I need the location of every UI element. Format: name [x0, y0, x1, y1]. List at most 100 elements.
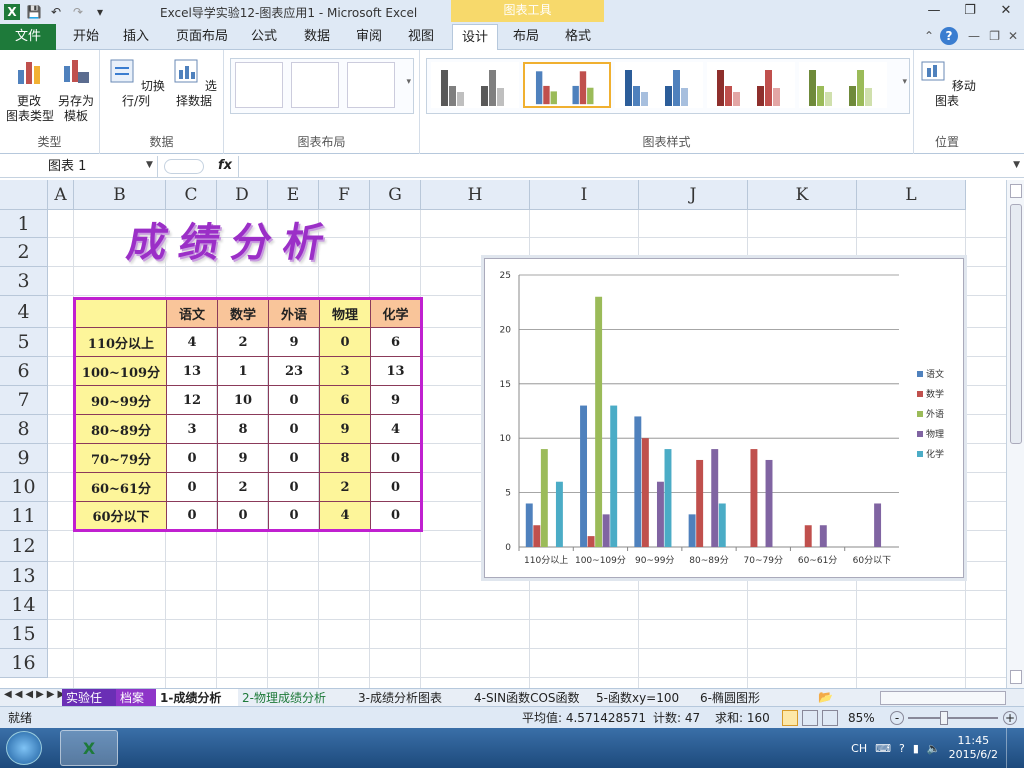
zoom-level[interactable]: 85%	[848, 707, 875, 729]
wb-restore-icon[interactable]: ❐	[989, 29, 1000, 43]
restore-icon[interactable]: ❐	[958, 2, 982, 20]
tab-file[interactable]: 文件	[0, 24, 56, 50]
close-icon[interactable]: ✕	[994, 2, 1018, 20]
row-header-1[interactable]: 1	[0, 210, 48, 238]
table-cell[interactable]: 0	[268, 414, 320, 444]
column-header-e[interactable]: E	[268, 180, 319, 210]
sheet-tab[interactable]: 4-SIN函数COS函数	[470, 689, 592, 707]
table-cell[interactable]: 0	[268, 501, 320, 531]
layout-option-1[interactable]	[235, 62, 283, 108]
table-cell[interactable]: 4	[166, 327, 218, 357]
row-label-cell[interactable]: 80~89分	[74, 414, 167, 444]
table-cell[interactable]: 12	[166, 385, 218, 415]
table-cell[interactable]: 10	[217, 385, 269, 415]
column-header-l[interactable]: L	[857, 180, 966, 210]
table-header-cell[interactable]: 语文	[166, 298, 218, 328]
column-header-g[interactable]: G	[370, 180, 421, 210]
table-header-cell[interactable]	[74, 298, 167, 328]
column-header-c[interactable]: C	[166, 180, 217, 210]
style-option-multicolor[interactable]	[523, 62, 611, 108]
save-template-button[interactable]: 另存为 模板	[54, 56, 98, 124]
table-cell[interactable]: 9	[217, 443, 269, 473]
table-cell[interactable]: 6	[370, 327, 422, 357]
expand-formula-icon[interactable]: ▼	[1013, 160, 1020, 170]
wb-close-icon[interactable]: ✕	[1008, 29, 1018, 43]
minimize-icon[interactable]: —	[922, 2, 946, 20]
formula-input[interactable]	[238, 156, 1006, 178]
table-cell[interactable]: 2	[217, 327, 269, 357]
formula-resize-handle[interactable]	[164, 159, 204, 174]
keyboard-icon[interactable]: ⌨	[875, 742, 891, 755]
tab-page-layout[interactable]: 页面布局	[172, 24, 232, 50]
table-cell[interactable]: 0	[166, 501, 218, 531]
row-header-5[interactable]: 5	[0, 328, 48, 357]
table-cell[interactable]: 2	[319, 472, 371, 502]
column-header-k[interactable]: K	[748, 180, 857, 210]
style-gallery-more-icon[interactable]: ▾	[902, 77, 907, 87]
row-label-cell[interactable]: 100~109分	[74, 356, 167, 386]
table-cell[interactable]: 13	[370, 356, 422, 386]
row-header-16[interactable]: 16	[0, 649, 48, 678]
row-label-cell[interactable]: 60~61分	[74, 472, 167, 502]
tab-home[interactable]: 开始	[66, 24, 106, 50]
column-header-f[interactable]: F	[319, 180, 370, 210]
row-header-8[interactable]: 8	[0, 415, 48, 444]
row-label-cell[interactable]: 70~79分	[74, 443, 167, 473]
column-header-a[interactable]: A	[48, 180, 74, 210]
table-cell[interactable]: 8	[217, 414, 269, 444]
table-cell[interactable]: 0	[166, 472, 218, 502]
table-header-cell[interactable]: 化学	[370, 298, 422, 328]
table-cell[interactable]: 6	[319, 385, 371, 415]
row-header-7[interactable]: 7	[0, 386, 48, 415]
table-cell[interactable]: 3	[166, 414, 218, 444]
table-cell[interactable]: 0	[268, 385, 320, 415]
row-header-9[interactable]: 9	[0, 444, 48, 473]
page-layout-view-icon[interactable]	[802, 710, 818, 726]
tab-insert[interactable]: 插入	[116, 24, 156, 50]
zoom-out-button[interactable]: -	[890, 711, 904, 725]
customize-qat-icon[interactable]: ▾	[92, 4, 108, 20]
layout-option-3[interactable]	[347, 62, 395, 108]
table-cell[interactable]: 23	[268, 356, 320, 386]
table-cell[interactable]: 0	[217, 501, 269, 531]
table-cell[interactable]: 0	[370, 501, 422, 531]
table-cell[interactable]: 8	[319, 443, 371, 473]
scroll-up-button[interactable]	[1010, 184, 1022, 198]
table-cell[interactable]: 0	[268, 443, 320, 473]
table-cell[interactable]: 3	[319, 356, 371, 386]
undo-icon[interactable]: ↶	[48, 4, 64, 20]
table-header-cell[interactable]: 外语	[268, 298, 320, 328]
row-header-15[interactable]: 15	[0, 620, 48, 649]
select-data-button[interactable]: 选择数据	[166, 56, 222, 109]
row-header-11[interactable]: 11	[0, 502, 48, 531]
row-label-cell[interactable]: 90~99分	[74, 385, 167, 415]
redo-icon[interactable]: ↷	[70, 4, 86, 20]
save-icon[interactable]: 💾	[26, 4, 42, 20]
table-cell[interactable]: 0	[166, 443, 218, 473]
sheet-tab[interactable]: 5-函数xy=100	[592, 689, 696, 707]
zoom-in-button[interactable]: +	[1003, 711, 1017, 725]
wb-minimize-icon[interactable]: —	[968, 29, 980, 43]
sheet-tab[interactable]: 档案	[116, 689, 156, 707]
scroll-down-button[interactable]	[1010, 670, 1022, 684]
row-header-13[interactable]: 13	[0, 562, 48, 591]
help-tray-icon[interactable]: ?	[899, 742, 905, 755]
language-indicator[interactable]: CH	[851, 742, 867, 755]
style-option-green[interactable]	[799, 62, 887, 108]
zoom-slider[interactable]	[908, 717, 998, 719]
sheet-tab[interactable]: 6-椭圆图形	[696, 689, 786, 707]
switch-row-col-button[interactable]: 切换行/列	[106, 56, 166, 109]
style-option-red[interactable]	[707, 62, 795, 108]
style-option-gray[interactable]	[431, 62, 519, 108]
table-cell[interactable]: 1	[217, 356, 269, 386]
table-cell[interactable]: 9	[370, 385, 422, 415]
taskbar-excel-icon[interactable]: X	[60, 730, 118, 766]
clock[interactable]: 11:45 2015/6/2	[949, 734, 998, 762]
table-cell[interactable]: 9	[268, 327, 320, 357]
column-header-d[interactable]: D	[217, 180, 268, 210]
row-header-6[interactable]: 6	[0, 357, 48, 386]
scroll-thumb[interactable]	[1010, 204, 1022, 444]
column-header-j[interactable]: J	[639, 180, 748, 210]
row-header-12[interactable]: 12	[0, 531, 48, 562]
tab-format[interactable]: 格式	[558, 24, 598, 50]
